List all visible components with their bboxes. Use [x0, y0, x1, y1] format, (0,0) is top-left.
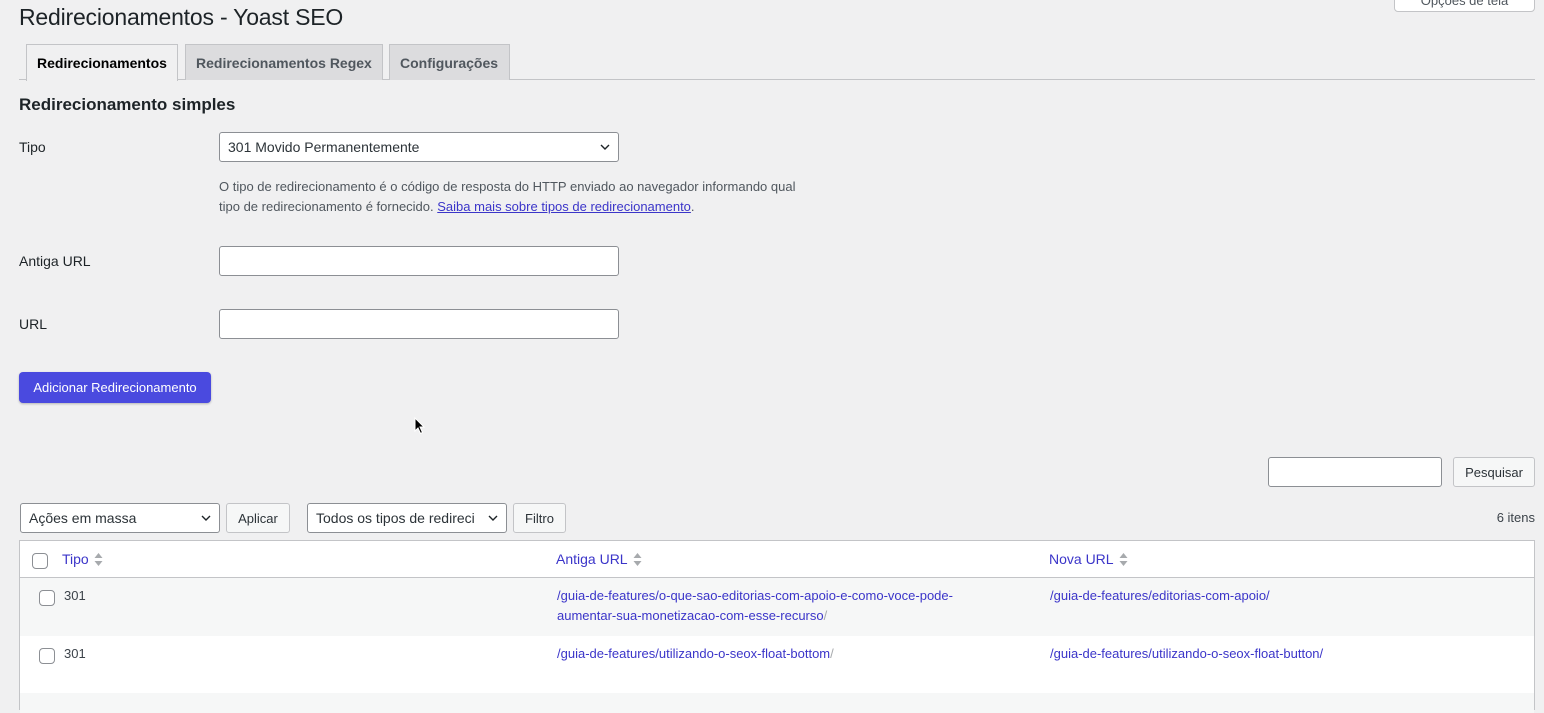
add-redirect-button[interactable]: Adicionar Redirecionamento [19, 372, 211, 403]
url-label: URL [19, 316, 48, 332]
row-new-url: /guia-de-features/utilizando-o-seox-floa… [1050, 644, 1323, 664]
table-row [20, 693, 1534, 713]
redirect-type-select[interactable]: 301 Movido Permanentemente [219, 132, 619, 162]
sort-icon [1119, 552, 1128, 566]
tab-bar: Redirecionamentos Redirecionamentos Rege… [19, 44, 1535, 81]
row-old-url: /guia-de-features/o-que-sao-editorias-co… [557, 586, 1017, 625]
new-url-link[interactable]: /guia-de-features/utilizando-o-seox-floa… [1050, 646, 1323, 661]
chevron-down-icon [488, 515, 498, 521]
column-header-old-url[interactable]: Antiga URL [556, 551, 642, 567]
column-type-label: Tipo [62, 551, 89, 567]
filter-button-label: Filtro [525, 510, 554, 526]
row-old-url: /guia-de-features/utilizando-o-seox-floa… [557, 644, 1017, 664]
section-title: Redirecionamento simples [19, 95, 236, 114]
old-url-link[interactable]: /guia-de-features/utilizando-o-seox-floa… [557, 646, 830, 661]
row-type: 301 [64, 646, 86, 661]
row-type: 301 [64, 588, 86, 603]
column-new-url-label: Nova URL [1049, 551, 1114, 567]
tab-regex-redirects-label: Redirecionamentos Regex [196, 54, 372, 71]
tab-settings-label: Configurações [400, 54, 499, 71]
table-row: 301 /guia-de-features/utilizando-o-seox-… [20, 636, 1534, 693]
search-input[interactable] [1268, 457, 1442, 487]
tab-regex-redirects[interactable]: Redirecionamentos Regex [185, 44, 383, 80]
filter-button[interactable]: Filtro [513, 503, 566, 533]
column-header-type[interactable]: Tipo [62, 551, 103, 567]
search-button[interactable]: Pesquisar [1453, 457, 1535, 487]
learn-more-link[interactable]: Saiba mais sobre tipos de redirecionamen… [437, 199, 691, 214]
screen-options-label: Opções de tela [1420, 0, 1509, 8]
tab-redirects[interactable]: Redirecionamentos [26, 44, 178, 81]
add-redirect-label: Adicionar Redirecionamento [33, 380, 197, 395]
redirect-type-filter-select[interactable]: Todos os tipos de redireci [307, 503, 507, 533]
redirects-table: Tipo Antiga URL Nova URL 301 /guia-de-fe… [19, 540, 1535, 713]
table-header: Tipo Antiga URL Nova URL [20, 541, 1534, 578]
old-url-slash: / [823, 607, 828, 623]
row-new-url: /guia-de-features/editorias-com-apoio/ [1050, 586, 1270, 606]
page-title: Redirecionamentos - Yoast SEO [19, 4, 344, 30]
redirect-type-filter-value: Todos os tipos de redireci [316, 510, 475, 526]
row-checkbox[interactable] [39, 648, 55, 664]
bulk-actions-value: Ações em massa [29, 510, 137, 526]
old-url-label: Antiga URL [19, 253, 91, 269]
redirect-type-value: 301 Movido Permanentemente [228, 139, 420, 155]
items-count: 6 itens [1496, 510, 1535, 525]
apply-button-label: Aplicar [238, 510, 278, 526]
chevron-down-icon [600, 144, 610, 150]
description-end: . [690, 199, 695, 214]
chevron-down-icon [201, 515, 211, 521]
column-header-new-url[interactable]: Nova URL [1049, 551, 1128, 567]
screen-options-button[interactable]: Opções de tela [1394, 0, 1535, 12]
type-label: Tipo [19, 139, 46, 155]
new-url-link[interactable]: /guia-de-features/editorias-com-apoio/ [1050, 588, 1270, 603]
tab-settings[interactable]: Configurações [389, 44, 510, 80]
old-url-slash: / [830, 646, 834, 661]
column-old-url-label: Antiga URL [556, 551, 628, 567]
mouse-cursor-icon [414, 417, 426, 435]
table-row: 301 /guia-de-features/o-que-sao-editoria… [20, 578, 1534, 636]
sort-icon [94, 552, 103, 566]
tab-redirects-label: Redirecionamentos [37, 55, 167, 71]
old-url-input[interactable] [219, 246, 619, 276]
bulk-actions-select[interactable]: Ações em massa [20, 503, 220, 533]
search-button-label: Pesquisar [1465, 464, 1523, 480]
redirect-type-description: O tipo de redirecionamento é o código de… [219, 177, 819, 217]
apply-button[interactable]: Aplicar [226, 503, 290, 533]
url-input[interactable] [219, 309, 619, 339]
row-checkbox[interactable] [39, 590, 55, 606]
sort-icon [633, 552, 642, 566]
old-url-link[interactable]: /guia-de-features/o-que-sao-editorias-co… [557, 588, 953, 623]
select-all-checkbox[interactable] [32, 553, 48, 569]
